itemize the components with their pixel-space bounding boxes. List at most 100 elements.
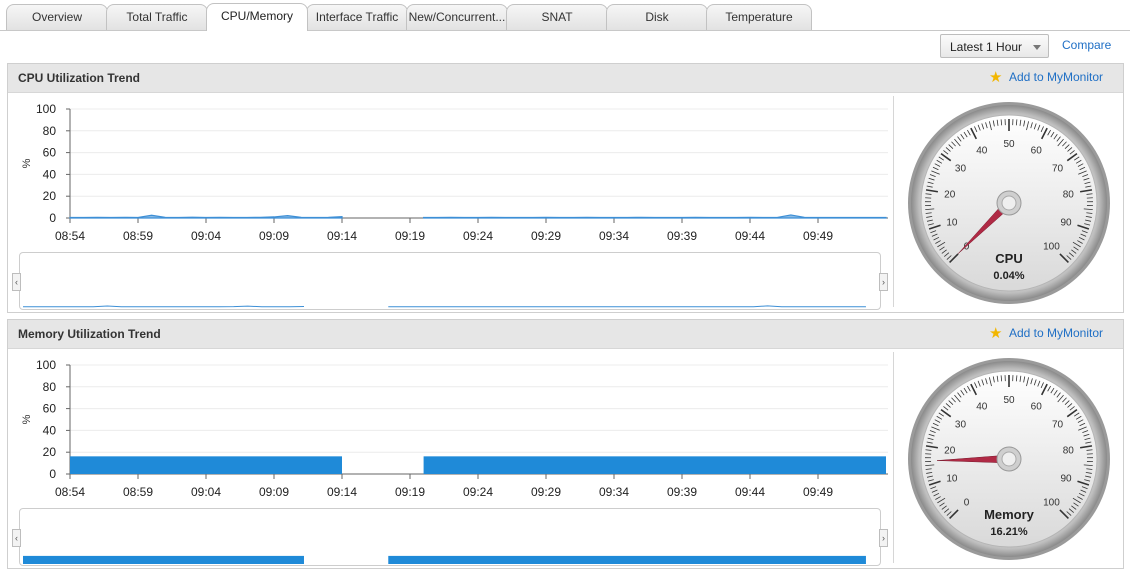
gauge-hub-cap [1001, 195, 1017, 211]
gauge-scale-label: 60 [1031, 402, 1043, 413]
gauge-scale-label: 50 [1003, 139, 1015, 150]
time-range-select[interactable]: Latest 1 Hour [940, 34, 1049, 58]
gauge-label: CPU [995, 251, 1022, 266]
x-tick-label: 09:44 [735, 229, 765, 243]
gauge-scale-label: 10 [946, 474, 958, 485]
cpu-navigator[interactable]: ‹ › [12, 252, 888, 310]
gauge-scale-label: 100 [1043, 497, 1060, 508]
navigator-line [23, 305, 304, 308]
cpu-trend-chart: 0 20 40 60 80 100% 08:54 08:59 09:04 09:09 09:14 09… [21, 102, 888, 243]
time-range-value: Latest 1 Hour [950, 40, 1023, 54]
gauge-scale-label: 0 [964, 497, 970, 508]
cpu-add-to-mymonitor-link[interactable]: ★ Add to MyMonitor [989, 69, 1103, 86]
y-axis-label: % [21, 414, 33, 424]
gauge-tick [1000, 119, 1003, 126]
y-tick-label: 60 [43, 402, 57, 416]
compare-link[interactable]: Compare [1062, 38, 1111, 52]
x-tick-label: 09:34 [599, 485, 629, 499]
gauge-scale-label: 30 [955, 420, 967, 431]
y-tick-label: 40 [43, 423, 57, 437]
y-tick-label: 80 [43, 124, 57, 138]
x-tick-label: 08:59 [123, 229, 153, 243]
tab-new-concurrent[interactable]: New/Concurrent... [406, 4, 508, 30]
y-tick-label: 20 [43, 445, 57, 459]
x-tick-label: 08:54 [55, 485, 85, 499]
navigator-right-arrow-icon[interactable]: › [879, 529, 888, 547]
gauge-scale-label: 10 [946, 218, 958, 229]
chevron-down-icon [1033, 45, 1041, 50]
gauge-scale-label: 40 [976, 146, 988, 157]
gauge-value: 0.04% [993, 270, 1024, 282]
tab-snat[interactable]: SNAT [506, 4, 608, 30]
y-tick-label: 0 [49, 467, 56, 481]
gauge-scale-label: 20 [944, 190, 956, 201]
y-tick-label: 20 [43, 189, 57, 203]
cpu-add-to-mymonitor-label: Add to MyMonitor [1008, 70, 1103, 84]
x-tick-label: 09:24 [463, 485, 493, 499]
x-tick-label: 09:34 [599, 229, 629, 243]
y-tick-label: 100 [36, 358, 56, 372]
gauge-tick [1015, 375, 1018, 382]
gauge-label: Memory [984, 507, 1035, 522]
x-tick-label: 09:19 [395, 485, 425, 499]
divider [893, 96, 894, 307]
tab-total-traffic[interactable]: Total Traffic [106, 4, 208, 30]
x-tick-label: 09:39 [667, 229, 697, 243]
memory-add-to-mymonitor-link[interactable]: ★ Add to MyMonitor [989, 325, 1103, 342]
tab-temperature[interactable]: Temperature [706, 4, 812, 30]
gauge-value: 16.21% [990, 526, 1028, 538]
cpu-panel-header: CPU Utilization Trend ★ Add to MyMonitor [8, 64, 1123, 93]
x-tick-label: 09:49 [803, 229, 833, 243]
gauge-scale-label: 40 [976, 402, 988, 413]
gauge-hub-cap [1001, 451, 1017, 467]
y-tick-label: 100 [36, 102, 56, 116]
divider [893, 352, 894, 563]
x-tick-label: 09:04 [191, 485, 221, 499]
memory-gauge: 0 10 20 30 40 50 60 70 80 90 100 Memory 16.21% [908, 358, 1110, 560]
gauge-scale-label: 70 [1052, 420, 1064, 431]
navigator-area [388, 555, 866, 564]
x-tick-label: 09:04 [191, 229, 221, 243]
y-tick-label: 60 [43, 146, 57, 160]
tab-disk[interactable]: Disk [606, 4, 708, 30]
y-tick-label: 40 [43, 167, 57, 181]
tab-overview[interactable]: Overview [6, 4, 108, 30]
memory-add-to-mymonitor-label: Add to MyMonitor [1008, 326, 1103, 340]
cpu-panel: CPU Utilization Trend ★ Add to MyMonitor… [7, 63, 1124, 313]
navigator-line [388, 305, 866, 308]
tab-interface-traffic[interactable]: Interface Traffic [306, 4, 408, 30]
memory-navigator[interactable]: ‹ › [12, 508, 888, 566]
x-tick-label: 09:09 [259, 485, 289, 499]
x-tick-label: 09:29 [531, 229, 561, 243]
tab-bar: Overview Total Traffic CPU/Memory Interf… [0, 0, 1130, 31]
x-tick-label: 09:14 [327, 485, 357, 499]
memory-panel: Memory Utilization Trend ★ Add to MyMoni… [7, 319, 1124, 569]
cpu-navigator-series [23, 305, 866, 308]
memory-panel-title: Memory Utilization Trend [18, 327, 161, 341]
series-area [70, 456, 342, 474]
gauge-scale-label: 90 [1061, 218, 1073, 229]
navigator-right-arrow-icon[interactable]: › [879, 273, 888, 291]
gauge-scale-label: 80 [1063, 190, 1075, 201]
tab-cpu-memory[interactable]: CPU/Memory [206, 3, 308, 31]
gauge-scale-label: 30 [955, 164, 967, 175]
series-area [69, 214, 343, 219]
x-tick-label: 09:24 [463, 229, 493, 243]
star-icon: ★ [988, 69, 1003, 86]
y-axis-label: % [21, 158, 33, 168]
gauge-scale-label: 60 [1031, 146, 1043, 157]
memory-navigator-series [23, 555, 866, 564]
x-tick-label: 08:54 [55, 229, 85, 243]
series-area [423, 214, 887, 219]
gauge-tick [1000, 375, 1003, 382]
gauge-scale-label: 100 [1043, 241, 1060, 252]
x-tick-label: 08:59 [123, 485, 153, 499]
memory-panel-header: Memory Utilization Trend ★ Add to MyMoni… [8, 320, 1123, 349]
gauge-scale-label: 90 [1061, 474, 1073, 485]
x-tick-label: 09:49 [803, 485, 833, 499]
x-tick-label: 09:19 [395, 229, 425, 243]
x-tick-label: 09:39 [667, 485, 697, 499]
x-tick-label: 09:09 [259, 229, 289, 243]
x-tick-label: 09:44 [735, 485, 765, 499]
star-icon: ★ [988, 325, 1003, 342]
